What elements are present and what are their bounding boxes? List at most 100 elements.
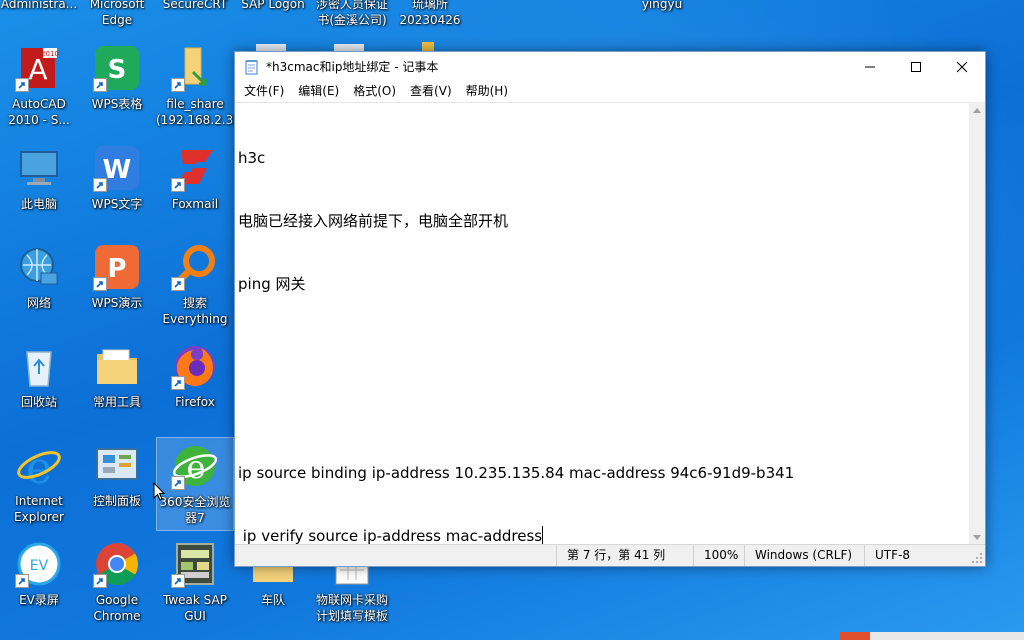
status-cursor-position: 第 7 行，第 41 列: [556, 545, 692, 566]
editor-line: h3c: [238, 149, 266, 167]
icon-label: Foxmail: [171, 197, 219, 211]
maximize-button[interactable]: [893, 52, 939, 81]
window-title: *h3cmac和ip地址绑定 - 记事本: [266, 60, 439, 74]
folder-icon: [97, 349, 137, 384]
recycle-bin-icon: [26, 351, 52, 387]
desktop-label-yingyu[interactable]: yingyu: [630, 0, 694, 12]
scroll-up-button[interactable]: [969, 102, 985, 118]
shortcut-arrow-icon: [171, 476, 185, 490]
chevron-down-icon: [973, 535, 981, 540]
editor-line-text: ip verify source ip-address mac-address: [238, 527, 543, 545]
desktop-icon-wps-presentation[interactable]: P WPS演示: [78, 239, 156, 333]
mouse-pointer-icon: [153, 482, 165, 501]
shortcut-arrow-icon: [171, 376, 185, 390]
desktop-icon-file-share[interactable]: file_share (192.168.2.3): [156, 40, 238, 134]
shortcut-arrow-icon: [171, 178, 185, 192]
shortcut-arrow-icon: [171, 78, 185, 92]
editor-line: ping 网关: [238, 275, 306, 293]
icon-label: Tweak SAP GUI: [163, 593, 227, 623]
desktop-icon-network[interactable]: 网络: [0, 239, 78, 333]
desktop-label-edge[interactable]: Microsoft Edge: [78, 0, 156, 28]
desktop-icon-control-panel[interactable]: 控制面板: [78, 437, 156, 531]
icon-label: 网络: [26, 296, 51, 310]
icon-label: Google Chrome: [93, 593, 141, 623]
status-encoding: UTF-8: [864, 545, 968, 566]
desktop: Administra... Microsoft Edge SecureCRT S…: [0, 0, 1024, 640]
ie-icon: e: [17, 443, 61, 489]
icon-label: WPS演示: [91, 296, 143, 310]
vertical-scrollbar[interactable]: [969, 102, 985, 546]
svg-text:e: e: [26, 443, 52, 489]
desktop-icon-autocad[interactable]: A 2010 AutoCAD 2010 - S...: [0, 40, 78, 134]
close-button[interactable]: [939, 52, 985, 81]
menu-help[interactable]: 帮助(H): [459, 81, 515, 102]
desktop-icon-foxmail[interactable]: Foxmail: [156, 140, 234, 234]
icon-label: EV录屏: [19, 593, 59, 607]
resize-grip-icon[interactable]: [969, 545, 985, 566]
desktop-icon-wps-writer[interactable]: W WPS文字: [78, 140, 156, 234]
desktop-label-admin[interactable]: Administra...: [0, 0, 78, 12]
chevron-up-icon: [973, 108, 981, 113]
desktop-label-securecrt[interactable]: SecureCRT: [156, 0, 234, 12]
icon-label: 此电脑: [20, 197, 57, 211]
title-bar[interactable]: *h3cmac和ip地址绑定 - 记事本: [235, 52, 985, 81]
shortcut-arrow-icon: [171, 277, 185, 291]
shortcut-arrow-icon: [171, 574, 185, 588]
icon-label: 车队: [260, 593, 285, 607]
icon-label: Firefox: [175, 395, 215, 409]
icon-label: Internet Explorer: [14, 494, 64, 524]
editor-line: ip source binding ip-address 10.235.135.…: [238, 464, 795, 482]
desktop-icon-tools-folder[interactable]: 常用工具: [78, 338, 156, 432]
notepad-window[interactable]: *h3cmac和ip地址绑定 - 记事本 文件(F) 编辑(E) 格式(O) 查…: [234, 51, 986, 567]
desktop-icon-everything[interactable]: 搜索 Everything: [156, 239, 234, 333]
icon-label: AutoCAD 2010 - S...: [8, 97, 70, 127]
shortcut-arrow-icon: [93, 178, 107, 192]
svg-text:e: e: [187, 448, 206, 486]
desktop-label-secret-doc[interactable]: 涉密人员保证 书(金溪公司): [312, 0, 392, 28]
menu-bar: 文件(F) 编辑(E) 格式(O) 查看(V) 帮助(H): [235, 81, 985, 102]
status-zoom: 100%: [693, 545, 743, 566]
svg-text:EV: EV: [30, 558, 49, 574]
desktop-label-sap-logon[interactable]: SAP Logon: [234, 0, 312, 12]
desktop-icon-chrome[interactable]: Google Chrome: [78, 536, 156, 630]
maximize-icon: [911, 61, 921, 72]
shortcut-arrow-icon: [93, 277, 107, 291]
desktop-icon-ie[interactable]: e Internet Explorer: [0, 437, 78, 531]
menu-edit[interactable]: 编辑(E): [291, 81, 346, 102]
notepad-icon: [245, 59, 258, 74]
editor-line: 电脑已经接入网络前提下，电脑全部开机: [238, 212, 509, 230]
desktop-icon-recycle-bin[interactable]: 回收站: [0, 338, 78, 432]
taskbar-app-edge: [840, 632, 870, 640]
status-line-ending: Windows (CRLF): [744, 545, 864, 566]
icon-label: WPS文字: [91, 197, 143, 211]
svg-text:S: S: [108, 55, 127, 85]
desktop-icon-360-browser[interactable]: e 360安全浏览 器7: [156, 437, 234, 531]
menu-file[interactable]: 文件(F): [237, 81, 291, 102]
desktop-label-liulisuo[interactable]: 琉璃所 20230426: [392, 0, 468, 28]
shortcut-arrow-icon: [15, 574, 29, 588]
icon-label: 物联网卡采购 计划填写模板: [315, 593, 388, 623]
minimize-button[interactable]: [847, 52, 893, 81]
desktop-icon-this-pc[interactable]: 此电脑: [0, 140, 78, 234]
shortcut-arrow-icon: [93, 574, 107, 588]
menu-view[interactable]: 查看(V): [403, 81, 459, 102]
icon-label: 搜索 Everything: [162, 296, 228, 326]
menu-format[interactable]: 格式(O): [346, 81, 403, 102]
text-editor[interactable]: h3c 电脑已经接入网络前提下，电脑全部开机 ping 网关 ip source…: [235, 102, 970, 546]
icon-label: 360安全浏览 器7: [159, 495, 231, 525]
text-caret: [542, 526, 544, 544]
icon-label: 控制面板: [92, 494, 141, 508]
icon-label: WPS表格: [91, 97, 143, 111]
desktop-icon-wps-sheets[interactable]: S WPS表格: [78, 40, 156, 134]
icon-label: 常用工具: [92, 395, 141, 409]
minimize-icon: [865, 66, 875, 67]
this-pc-icon: [20, 151, 58, 185]
desktop-icon-firefox[interactable]: Firefox: [156, 338, 234, 432]
svg-text:P: P: [107, 254, 126, 284]
desktop-icon-ev-recorder[interactable]: EV EV录屏: [0, 536, 78, 630]
close-icon: [956, 61, 968, 72]
desktop-icon-tweak-sap[interactable]: Tweak SAP GUI: [156, 536, 234, 630]
network-icon: [20, 248, 58, 285]
